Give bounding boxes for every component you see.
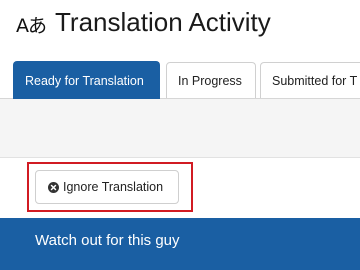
tab-in-progress[interactable]: In Progress bbox=[166, 62, 256, 98]
page-title: Translation Activity bbox=[55, 7, 271, 37]
toolbar-area bbox=[0, 99, 360, 158]
info-banner: Watch out for this guy bbox=[0, 218, 360, 270]
translate-icon: Aあ bbox=[16, 14, 47, 37]
ignore-translation-label: Ignore Translation bbox=[63, 180, 164, 194]
ignore-translation-button[interactable]: Ignore Translation bbox=[35, 170, 179, 204]
tab-ready-for-translation[interactable]: Ready for Translation bbox=[13, 61, 160, 99]
x-circle-icon bbox=[48, 181, 59, 193]
tab-bar: Ready for Translation In Progress Submit… bbox=[0, 58, 360, 99]
page-header: Aあ Translation Activity bbox=[0, 0, 360, 48]
banner-text: Watch out for this guy bbox=[35, 232, 180, 249]
tab-submitted-for-translation[interactable]: Submitted for T bbox=[260, 62, 360, 98]
